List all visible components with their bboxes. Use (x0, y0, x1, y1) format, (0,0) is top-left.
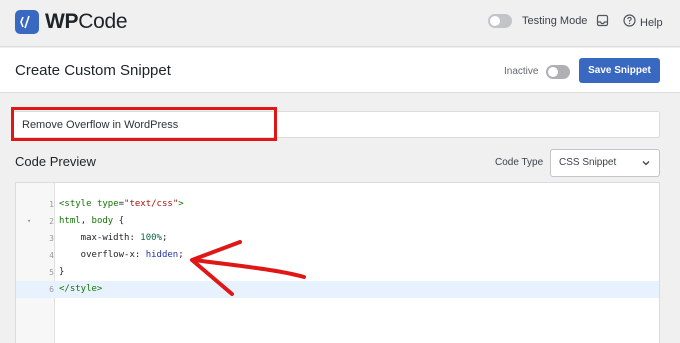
help-button[interactable]: Help (623, 14, 663, 32)
help-label: Help (640, 17, 663, 29)
code-line[interactable]: 5 } (16, 264, 659, 281)
snippet-active-toggle[interactable] (546, 65, 570, 79)
code-line[interactable]: 1 <style type="text/css"> (16, 196, 659, 213)
testing-mode-switch[interactable] (488, 14, 512, 28)
code-line[interactable]: 3 max-width: 100%; (16, 230, 659, 247)
testing-mode-label: Testing Mode (522, 15, 588, 27)
line-number: 2 (49, 217, 54, 226)
status-label: Inactive (504, 66, 539, 77)
chevron-down-icon (641, 158, 651, 171)
wpcode-logo[interactable]: WPCode (15, 10, 128, 34)
notification-icon[interactable] (596, 14, 609, 27)
code-type-label: Code Type (495, 157, 544, 168)
annotation-arrow (190, 240, 306, 296)
page-header: Create Custom Snippet Inactive Save Snip… (0, 48, 680, 93)
code-line[interactable]: 4 overflow-x: hidden; (16, 247, 659, 264)
page-title: Create Custom Snippet (15, 62, 171, 79)
code-line-text: } (59, 267, 65, 277)
code-type-value: CSS Snippet (559, 157, 617, 168)
brand-name: WPCode (45, 10, 128, 33)
line-number: 6 (49, 285, 54, 294)
code-line-text: max-width: 100%; (59, 233, 168, 243)
code-type-select[interactable]: CSS Snippet (550, 149, 660, 177)
help-icon (623, 14, 636, 32)
save-snippet-button[interactable]: Save Snippet (579, 58, 660, 83)
code-editor[interactable]: 1 <style type="text/css"> ▾ 2 html, body… (15, 182, 660, 343)
code-preview-heading: Code Preview (15, 154, 96, 169)
code-line-text: html, body { (59, 216, 125, 226)
line-number: 1 (49, 200, 54, 209)
highlight-box (11, 107, 277, 141)
code-line[interactable]: ▾ 2 html, body { (16, 213, 659, 230)
testing-mode-toggle[interactable]: Testing Mode (488, 14, 587, 28)
code-line-text: <style type="text/css"> (59, 199, 184, 209)
line-number: 3 (49, 234, 54, 243)
line-number: 5 (49, 268, 54, 277)
top-bar: WPCode Testing Mode Help (0, 0, 680, 47)
fold-arrow-icon[interactable]: ▾ (27, 213, 31, 230)
code-line-text: overflow-x: hidden; (59, 250, 184, 260)
wpcode-logo-icon (15, 10, 39, 34)
code-line-text: </style> (59, 284, 103, 294)
line-number: 4 (49, 251, 54, 260)
code-line[interactable]: 6 </style> (16, 281, 659, 298)
